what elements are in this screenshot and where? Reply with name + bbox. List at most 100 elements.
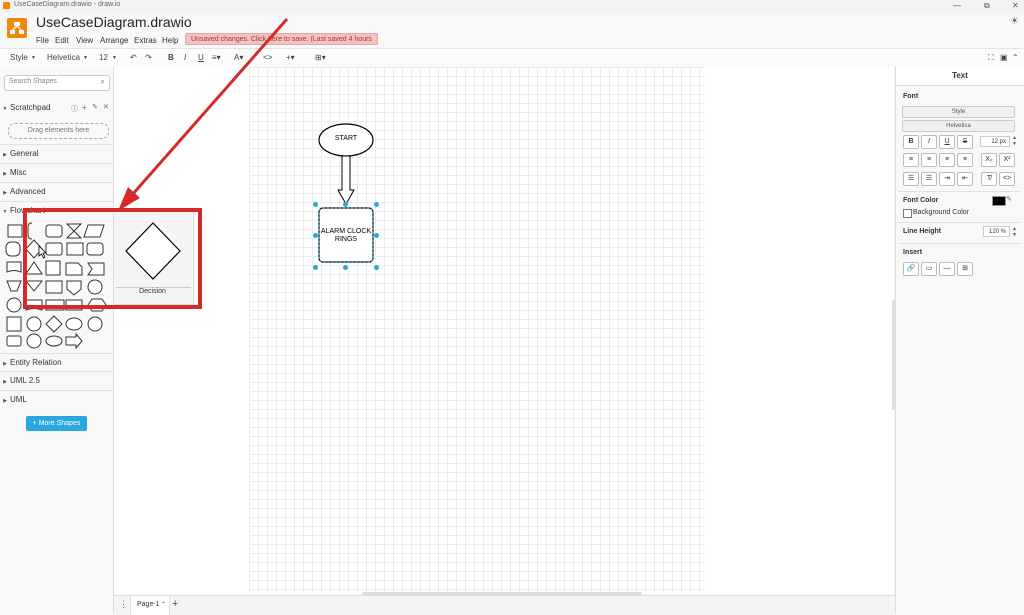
help-icon[interactable]: ⓘ: [71, 104, 78, 114]
shape-document[interactable]: [6, 261, 22, 273]
title-bar: UseCaseDiagram.drawio - draw.io — ⧉ ✕: [0, 0, 1024, 13]
numbered-list-icon[interactable]: ☰: [903, 172, 919, 186]
more-shapes-button[interactable]: + More Shapes: [26, 416, 87, 431]
section-advanced[interactable]: ▶ Advanced: [0, 182, 113, 201]
table-icon[interactable]: ⊞▾: [315, 53, 326, 62]
add-icon[interactable]: +: [82, 103, 87, 112]
bullet-list-icon[interactable]: ☰: [921, 172, 937, 186]
font-family-select[interactable]: Helvetica: [902, 120, 1015, 132]
align-center-icon[interactable]: ≡: [921, 153, 937, 167]
search-shapes-input[interactable]: Search Shapes ⌕: [4, 75, 110, 91]
line-height-field[interactable]: 120 %: [983, 226, 1010, 237]
theme-icon[interactable]: ☀: [1010, 16, 1019, 27]
html-code-icon[interactable]: <>: [999, 172, 1015, 186]
expand-triangle-icon: ▶: [3, 398, 7, 404]
background-color-checkbox[interactable]: [903, 209, 912, 218]
font-style-select[interactable]: Style: [902, 106, 1015, 118]
line-height-stepper[interactable]: ▲ ▼: [1012, 226, 1017, 238]
resize-handle[interactable]: [374, 265, 379, 270]
minimize-button[interactable]: —: [953, 1, 961, 10]
clear-format-icon[interactable]: T̸: [981, 172, 997, 186]
line-height-label: Line Height: [903, 228, 942, 235]
indent-icon[interactable]: ⇥: [939, 172, 955, 186]
shape-arrow[interactable]: [65, 332, 83, 349]
align-left-icon[interactable]: ≡: [903, 153, 919, 167]
expand-triangle-icon: ▶: [3, 190, 7, 196]
tab-text[interactable]: Text: [896, 67, 1024, 86]
align-right-icon[interactable]: ≡: [939, 153, 955, 167]
resize-handle[interactable]: [313, 202, 318, 207]
shape-process[interactable]: [7, 224, 23, 238]
shape-circle[interactable]: [26, 316, 42, 332]
shape-cylinder[interactable]: [5, 241, 21, 257]
shape-sort[interactable]: [45, 315, 63, 333]
shape-summing[interactable]: [26, 333, 42, 349]
section-uml25[interactable]: ▶ UML 2.5: [0, 371, 113, 390]
font-dropdown[interactable]: Helvetica: [47, 53, 80, 62]
superscript-icon[interactable]: X²: [999, 153, 1015, 167]
shape-manual[interactable]: [6, 280, 22, 292]
horizontal-scrollbar[interactable]: [362, 592, 642, 595]
insert-image-icon[interactable]: ▭: [921, 262, 937, 276]
background-color-label: Background Color: [913, 209, 970, 216]
annotation-arrow: [118, 18, 289, 211]
expand-triangle-icon: ▼: [2, 106, 8, 112]
diagram-shapes[interactable]: [310, 120, 390, 280]
section-general[interactable]: ▶ General: [0, 144, 113, 163]
shape-ellipse[interactable]: [65, 317, 83, 331]
section-uml[interactable]: ▶ UML: [0, 390, 113, 409]
bold-button-panel[interactable]: B: [903, 135, 919, 149]
section-label: UML 2.5: [10, 376, 40, 385]
resize-handle[interactable]: [343, 202, 348, 207]
insert-table-icon[interactable]: ⊞: [957, 262, 973, 276]
scratchpad-dropzone[interactable]: Drag elements here: [8, 123, 109, 139]
shape-circle-2[interactable]: [87, 316, 103, 332]
resize-handle[interactable]: [374, 202, 379, 207]
menu-view[interactable]: View: [76, 36, 93, 45]
underline-button-panel[interactable]: U: [939, 135, 955, 149]
insert-label: Insert: [903, 249, 923, 256]
add-page-button[interactable]: +: [172, 598, 178, 610]
page-tab[interactable]: Page-1 ⌃: [130, 596, 170, 615]
justify-icon[interactable]: ≡: [957, 153, 973, 167]
section-misc[interactable]: ▶ Misc: [0, 163, 113, 182]
shape-square[interactable]: [6, 316, 22, 332]
close-button[interactable]: ✕: [1012, 1, 1019, 10]
format-panel-icon[interactable]: ▣: [1000, 53, 1008, 62]
resize-handle[interactable]: [313, 265, 318, 270]
font-section-label: Font: [903, 93, 919, 100]
outdent-icon[interactable]: ⇤: [957, 172, 973, 186]
menu-edit[interactable]: Edit: [55, 36, 69, 45]
font-size-field[interactable]: 12 px: [980, 136, 1010, 147]
alarm-clock-box[interactable]: [318, 207, 374, 263]
collapse-icon[interactable]: ⌃: [1012, 53, 1019, 62]
style-dropdown[interactable]: Style: [10, 53, 28, 62]
italic-button-panel[interactable]: I: [921, 135, 937, 149]
insert-line-icon[interactable]: —: [939, 262, 955, 276]
insert-link-icon[interactable]: 🔗: [903, 262, 919, 276]
font-color-label: Font Color: [903, 197, 939, 204]
eyedropper-icon[interactable]: ✎: [1006, 195, 1012, 203]
font-color-swatch[interactable]: [992, 196, 1006, 206]
strikethrough-icon[interactable]: S: [957, 135, 973, 149]
font-size-stepper[interactable]: ▲ ▼: [1012, 135, 1017, 147]
arrow-connector[interactable]: [337, 155, 355, 206]
divider: [898, 191, 1020, 192]
shape-or[interactable]: [6, 297, 22, 313]
shape-delay[interactable]: [6, 335, 22, 347]
more-menu-icon[interactable]: ⋮: [119, 599, 128, 610]
section-label: UML: [10, 395, 27, 404]
app-icon: [3, 2, 10, 9]
shape-oval[interactable]: [45, 335, 63, 347]
subscript-icon[interactable]: X₂: [981, 153, 997, 167]
section-entity-relation[interactable]: ▶ Entity Relation: [0, 353, 113, 372]
expand-triangle-icon: ▶: [3, 379, 7, 385]
resize-handle[interactable]: [343, 265, 348, 270]
window-title: UseCaseDiagram.drawio - draw.io: [14, 1, 121, 8]
fullscreen-icon[interactable]: ⛶: [988, 53, 994, 63]
menu-file[interactable]: File: [36, 36, 49, 45]
resize-handle[interactable]: [374, 233, 379, 238]
maximize-button[interactable]: ⧉: [984, 1, 990, 11]
edit-icon[interactable]: ✎: [92, 103, 98, 111]
resize-handle[interactable]: [313, 233, 318, 238]
